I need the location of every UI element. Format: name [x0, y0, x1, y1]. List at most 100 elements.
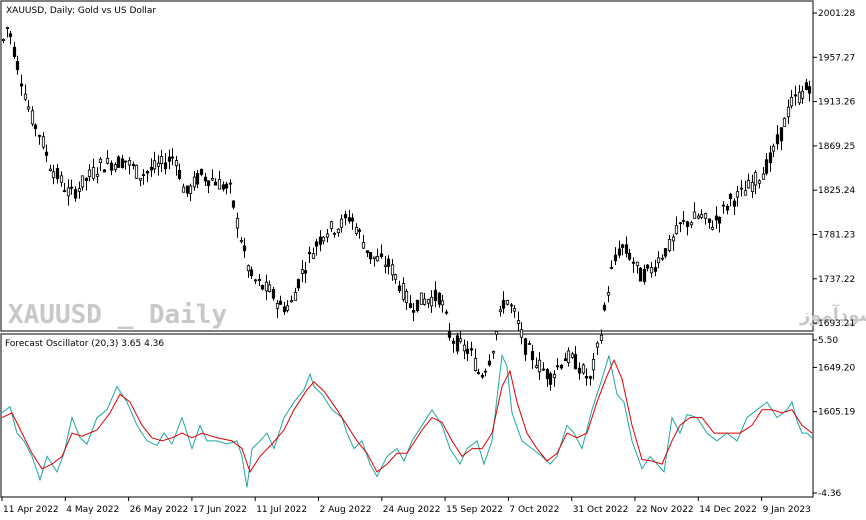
candle-body	[102, 169, 107, 173]
candle-body	[703, 213, 708, 219]
candle-body	[473, 358, 478, 371]
candle-body	[570, 353, 575, 358]
candle-body	[573, 354, 578, 370]
candle-body	[505, 300, 510, 305]
candle-body	[393, 274, 398, 280]
candle-body	[26, 106, 31, 110]
candle-body	[782, 117, 787, 127]
candle-body	[239, 240, 244, 243]
candle-body	[145, 170, 150, 174]
candle-body	[379, 253, 384, 257]
candle-body	[527, 343, 532, 345]
time-axis: 11 Apr 2022 4 May 2022 26 May 2022 17 Jun 2…	[1, 497, 811, 515]
candle-body	[491, 351, 496, 354]
candle-body	[451, 340, 456, 344]
price-label: 1737.22	[818, 275, 855, 285]
time-label: 31 Oct 2022	[573, 505, 629, 515]
candle-body	[685, 221, 690, 228]
candle-body	[195, 173, 200, 185]
candle-body	[455, 335, 460, 352]
candle-body	[87, 169, 92, 178]
candle-body	[181, 186, 186, 193]
candle-body	[779, 127, 784, 142]
candle-body	[494, 330, 499, 335]
candle-body	[386, 258, 391, 267]
candle-body	[329, 221, 334, 229]
candle-body	[750, 181, 755, 192]
candle-body	[59, 175, 64, 183]
candle-body	[786, 106, 791, 118]
candle-body	[681, 219, 686, 222]
candle-body	[242, 245, 247, 252]
candle-body	[228, 182, 233, 185]
candle-body	[278, 300, 283, 305]
candle-body	[735, 191, 740, 198]
candle-body	[246, 265, 251, 272]
candle-body	[174, 160, 179, 167]
candle-body	[469, 348, 474, 351]
candle-body	[235, 218, 240, 229]
candle-body	[163, 162, 168, 170]
candle-body	[224, 183, 229, 189]
candle-body	[429, 296, 434, 307]
candle-body	[318, 236, 323, 245]
candle-body	[721, 204, 726, 207]
candle-body	[116, 156, 121, 168]
time-label: 7 Oct 2022	[509, 505, 559, 515]
candle-body	[509, 304, 514, 307]
candle-body	[185, 185, 190, 194]
candle-body	[717, 216, 722, 224]
candle-body	[365, 250, 370, 253]
candle-body	[311, 253, 316, 259]
indicator-label: Forecast Oscillator (20,3) 3.65 4.36	[5, 339, 164, 349]
candle-body	[746, 179, 751, 189]
candle-body	[303, 270, 308, 274]
candle-body	[419, 292, 424, 305]
candle-body	[725, 205, 730, 211]
candle-body	[231, 200, 236, 208]
candle-body	[591, 358, 596, 371]
candle-body	[465, 348, 470, 354]
candle-body	[512, 308, 517, 312]
candle-body	[624, 244, 629, 254]
price-label: 2001.28	[818, 9, 855, 19]
candle-body	[498, 309, 503, 312]
time-label: 14 Dec 2022	[699, 505, 757, 515]
candle-body	[357, 229, 362, 232]
candle-body	[797, 91, 802, 104]
candle-body	[30, 110, 35, 125]
candle-body	[23, 93, 28, 100]
candle-body	[159, 156, 164, 165]
candle-body	[548, 373, 553, 385]
candle-body	[134, 164, 139, 179]
oscillator-label: 5.50	[818, 336, 838, 346]
candle-body	[519, 329, 524, 338]
candle-body	[530, 351, 535, 361]
chart-title: XAUUSD, Daily: Gold vs US Dollar	[6, 6, 156, 16]
candle-body	[95, 173, 100, 177]
candle-body	[458, 338, 463, 342]
candle-body	[476, 372, 481, 375]
candle-body	[260, 285, 265, 290]
candle-body	[321, 236, 326, 242]
time-label: 24 Aug 2022	[383, 505, 441, 515]
candle-body	[84, 177, 89, 181]
candle-body	[15, 61, 20, 71]
candle-body	[19, 83, 24, 87]
candle-body	[66, 187, 71, 197]
candle-body	[347, 217, 352, 222]
candle-body	[581, 364, 586, 374]
candle-body	[627, 252, 632, 260]
candle-body	[699, 214, 704, 218]
time-label: 9 Jan 2023	[763, 505, 811, 515]
candle-body	[199, 168, 204, 175]
candle-body	[91, 167, 96, 179]
candle-body	[714, 215, 719, 221]
candle-body	[210, 178, 215, 181]
price-label: 1693.21	[818, 319, 855, 329]
candle-body	[131, 163, 136, 167]
candle-body	[595, 342, 600, 348]
candle-body	[48, 168, 53, 171]
candle-body	[667, 238, 672, 251]
candle-body	[206, 180, 211, 187]
